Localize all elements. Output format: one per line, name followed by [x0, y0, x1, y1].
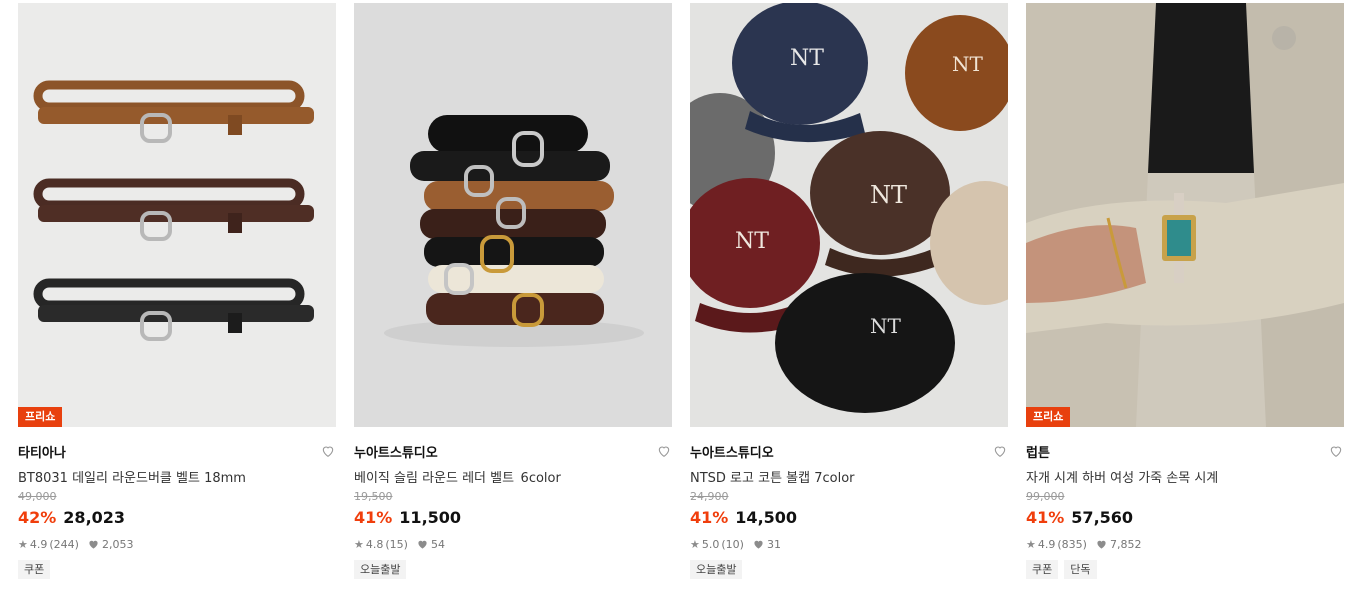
- rating: 4.9: [1037, 537, 1056, 551]
- product-image[interactable]: NT NT NT NT NT: [690, 3, 1008, 427]
- original-price: 49,000: [18, 490, 57, 503]
- svg-text:NT: NT: [790, 46, 824, 71]
- original-price: 99,000: [1026, 490, 1065, 503]
- sale-price: 28,023: [63, 508, 126, 527]
- brand-name[interactable]: 타티아나: [18, 442, 66, 461]
- heart-outline-icon[interactable]: [1328, 443, 1344, 459]
- product-card[interactable]: 프리쇼 럽튼 자개 시계 하버 여성 가죽 손목 시계 99,000 41% 5…: [1026, 3, 1344, 579]
- discount-rate: 41%: [690, 508, 729, 527]
- heart-filled-icon: [754, 540, 763, 549]
- star-icon: ★: [354, 537, 364, 551]
- star-icon: ★: [1026, 537, 1036, 551]
- rating: 4.8: [365, 537, 384, 551]
- product-grid: 프리쇼 타티아나 BT8031 데일리 라운드버클 벨트 18mm 49,000…: [0, 0, 1345, 595]
- discount-rate: 41%: [354, 508, 393, 527]
- svg-text:NT: NT: [870, 181, 907, 209]
- star-icon: ★: [18, 537, 28, 551]
- tag-exclusive: 단독: [1064, 560, 1097, 579]
- sale-price: 11,500: [399, 508, 462, 527]
- tag-ships-today: 오늘출발: [690, 560, 743, 579]
- rating: 4.9: [29, 537, 48, 551]
- like-count: 54: [430, 537, 445, 551]
- promo-badge: 프리쇼: [18, 407, 63, 427]
- brand-name[interactable]: 누아트스튜디오: [690, 442, 774, 461]
- tag-ships-today: 오늘출발: [354, 560, 407, 579]
- product-title[interactable]: 자개 시계 하버 여성 가죽 손목 시계: [1026, 467, 1344, 483]
- product-image[interactable]: 프리쇼: [1026, 3, 1344, 427]
- product-title[interactable]: NTSD 로고 코튼 볼캡 7color: [690, 467, 1008, 483]
- svg-text:NT: NT: [735, 229, 769, 254]
- heart-filled-icon: [89, 540, 98, 549]
- sale-price: 14,500: [735, 508, 798, 527]
- brand-name[interactable]: 누아트스튜디오: [354, 442, 438, 461]
- original-price: 19,500: [354, 490, 393, 503]
- like-count: 2,053: [101, 537, 134, 551]
- svg-text:NT: NT: [870, 314, 902, 338]
- sale-price: 57,560: [1071, 508, 1134, 527]
- heart-filled-icon: [1097, 540, 1106, 549]
- svg-text:NT: NT: [952, 52, 984, 76]
- review-count: (835): [1057, 537, 1087, 551]
- tag-coupon: 쿠폰: [18, 560, 51, 579]
- star-icon: ★: [690, 537, 700, 551]
- product-image[interactable]: 프리쇼: [18, 3, 336, 427]
- heart-filled-icon: [418, 540, 427, 549]
- tag-coupon: 쿠폰: [1026, 560, 1059, 579]
- product-title[interactable]: 베이직 슬림 라운드 레더 벨트_6color: [354, 467, 672, 483]
- original-price: 24,900: [690, 490, 729, 503]
- promo-badge: 프리쇼: [1026, 407, 1071, 427]
- product-card[interactable]: 누아트스튜디오 베이직 슬림 라운드 레더 벨트_6color 19,500 4…: [354, 3, 672, 579]
- product-image[interactable]: [354, 3, 672, 427]
- review-count: (15): [385, 537, 408, 551]
- product-title[interactable]: BT8031 데일리 라운드버클 벨트 18mm: [18, 467, 336, 483]
- like-count: 7,852: [1109, 537, 1142, 551]
- product-card[interactable]: 프리쇼 타티아나 BT8031 데일리 라운드버클 벨트 18mm 49,000…: [18, 3, 336, 579]
- discount-rate: 42%: [18, 508, 57, 527]
- rating: 5.0: [701, 537, 720, 551]
- heart-outline-icon[interactable]: [656, 443, 672, 459]
- heart-outline-icon[interactable]: [320, 443, 336, 459]
- like-count: 31: [766, 537, 781, 551]
- discount-rate: 41%: [1026, 508, 1065, 527]
- review-count: (10): [721, 537, 744, 551]
- brand-name[interactable]: 럽튼: [1026, 442, 1050, 461]
- product-card[interactable]: NT NT NT NT NT 누아트스튜디오 NTSD 로고 코튼 볼캡 7co…: [690, 3, 1008, 579]
- heart-outline-icon[interactable]: [992, 443, 1008, 459]
- review-count: (244): [49, 537, 79, 551]
